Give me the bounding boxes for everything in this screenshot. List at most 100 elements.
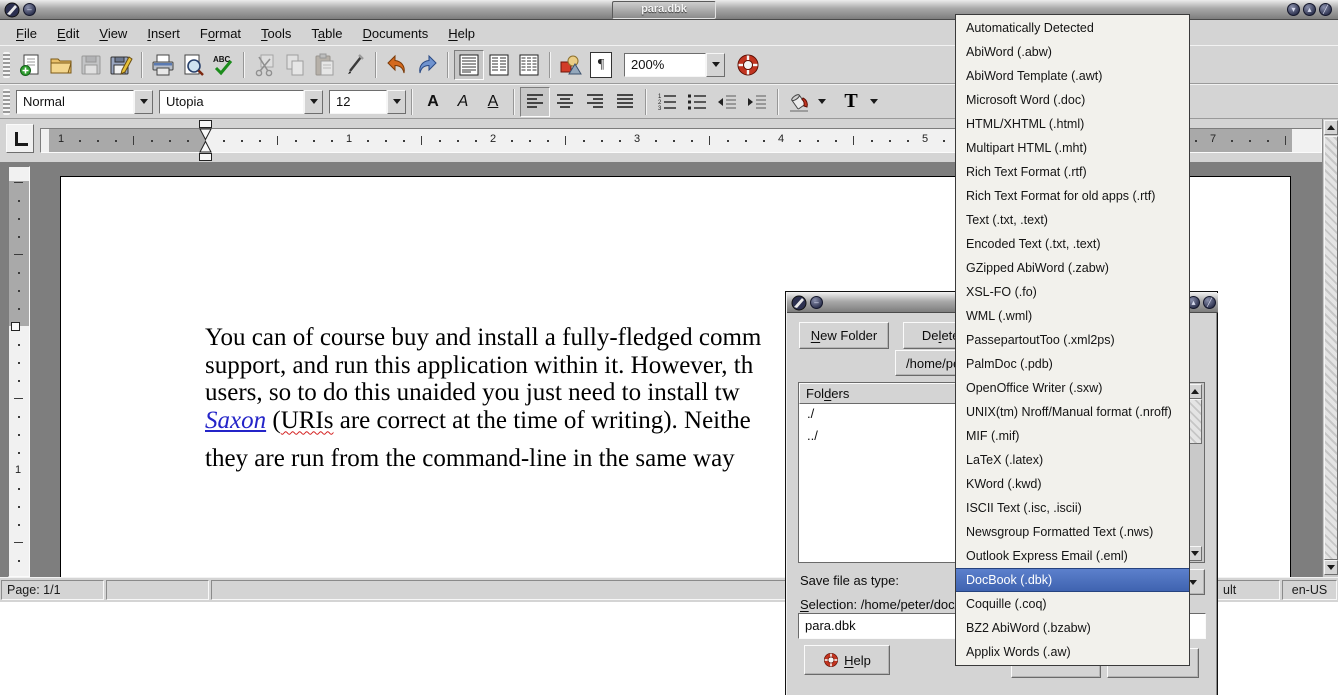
menu-edit[interactable]: Edit <box>47 23 89 44</box>
font-color-button[interactable]: T <box>836 87 866 117</box>
format-option[interactable]: Rich Text Format for old apps (.rtf) <box>956 184 1189 208</box>
format-option[interactable]: Applix Words (.aw) <box>956 640 1189 664</box>
underline-button[interactable]: A <box>478 87 508 117</box>
print-button[interactable] <box>148 50 178 80</box>
format-option[interactable]: Automatically Detected <box>956 16 1189 40</box>
vertical-scrollbar[interactable] <box>1322 119 1338 577</box>
scroll-up-button[interactable] <box>1324 120 1338 135</box>
spellcheck-button[interactable]: ABC <box>208 50 238 80</box>
format-option[interactable]: Encoded Text (.txt, .text) <box>956 232 1189 256</box>
bulleted-list-button[interactable] <box>682 87 712 117</box>
folders-scroll-up-button[interactable] <box>1188 384 1202 399</box>
copy-button[interactable] <box>280 50 310 80</box>
insert-graphic-button[interactable] <box>556 50 586 80</box>
folders-scroll-down-button[interactable] <box>1188 546 1202 561</box>
menu-insert[interactable]: Insert <box>137 23 190 44</box>
toolbar-handle[interactable] <box>3 52 10 78</box>
format-option[interactable]: GZipped AbiWord (.zabw) <box>956 256 1189 280</box>
undo-button[interactable] <box>382 50 412 80</box>
menu-help[interactable]: Help <box>438 23 485 44</box>
background-color-dropdown-arrow[interactable] <box>814 87 830 117</box>
font-size-combobox[interactable]: 12 <box>329 90 406 114</box>
print-preview-button[interactable] <box>178 50 208 80</box>
first-line-indent-marker[interactable] <box>199 120 212 128</box>
folders-scrollbar-thumb[interactable] <box>1188 399 1202 444</box>
vertical-ruler[interactable]: 1 <box>8 166 30 577</box>
font-dropdown-arrow[interactable] <box>304 90 323 114</box>
menu-view[interactable]: View <box>89 23 137 44</box>
document-text-line[interactable]: support, and run this application within… <box>205 352 753 380</box>
top-margin-marker[interactable] <box>11 322 20 331</box>
menu-documents[interactable]: Documents <box>353 23 439 44</box>
align-justify-button[interactable] <box>610 87 640 117</box>
right-indent-marker[interactable] <box>199 153 212 161</box>
align-left-button[interactable] <box>520 87 550 117</box>
scrollbar-thumb[interactable] <box>1324 136 1338 560</box>
menu-tools[interactable]: Tools <box>251 23 301 44</box>
background-color-button[interactable] <box>784 87 814 117</box>
document-text-line[interactable]: users, so to do this unaided you just ne… <box>205 379 740 407</box>
decrease-indent-button[interactable] <box>712 87 742 117</box>
bold-button[interactable]: A <box>418 87 448 117</box>
format-option[interactable]: HTML/XHTML (.html) <box>956 112 1189 136</box>
format-option[interactable]: DocBook (.dbk) <box>956 568 1189 592</box>
format-option[interactable]: Text (.txt, .text) <box>956 208 1189 232</box>
font-combobox[interactable]: Utopia <box>159 90 323 114</box>
font-size-dropdown-arrow[interactable] <box>387 90 406 114</box>
align-center-button[interactable] <box>550 87 580 117</box>
format-option[interactable]: ISCII Text (.isc, .iscii) <box>956 496 1189 520</box>
view-two-column-button[interactable] <box>484 50 514 80</box>
open-file-button[interactable] <box>46 50 76 80</box>
scroll-down-button[interactable] <box>1324 560 1338 575</box>
language-indicator[interactable]: en-US <box>1282 580 1337 600</box>
format-option[interactable]: Microsoft Word (.doc) <box>956 88 1189 112</box>
font-color-dropdown-arrow[interactable] <box>866 87 882 117</box>
zoom-combobox[interactable]: 200% <box>624 53 725 77</box>
dialog-help-button[interactable]: Help <box>804 645 890 675</box>
format-option[interactable]: Newsgroup Formatted Text (.nws) <box>956 520 1189 544</box>
style-combobox[interactable]: Normal <box>16 90 153 114</box>
format-option[interactable]: Outlook Express Email (.eml) <box>956 544 1189 568</box>
window-menu-button[interactable]: – <box>23 3 36 16</box>
format-option[interactable]: AbiWord (.abw) <box>956 40 1189 64</box>
document-text-line[interactable]: Saxon (URIs are correct at the time of w… <box>205 407 751 435</box>
menu-table[interactable]: Table <box>301 23 352 44</box>
minimize-button[interactable]: ▾ <box>1287 3 1300 16</box>
format-option[interactable]: XSL-FO (.fo) <box>956 280 1189 304</box>
format-option[interactable]: PassepartoutToo (.xml2ps) <box>956 328 1189 352</box>
tab-selector-button[interactable] <box>6 124 34 153</box>
redo-button[interactable] <box>412 50 442 80</box>
format-option[interactable]: Multipart HTML (.mht) <box>956 136 1189 160</box>
document-text-line[interactable]: they are run from the command-line in th… <box>205 445 735 473</box>
numbered-list-button[interactable]: 123 <box>652 87 682 117</box>
paste-button[interactable] <box>310 50 340 80</box>
format-option[interactable]: Coquille (.coq) <box>956 592 1189 616</box>
toolbar-handle[interactable] <box>3 89 10 115</box>
style-dropdown-arrow[interactable] <box>134 90 153 114</box>
hyperlink-saxon[interactable]: Saxon <box>205 407 266 434</box>
menu-format[interactable]: Format <box>190 23 251 44</box>
zoom-dropdown-arrow[interactable] <box>706 53 725 77</box>
view-three-column-button[interactable] <box>514 50 544 80</box>
dialog-window-menu-button[interactable]: – <box>810 296 823 309</box>
format-option[interactable]: KWord (.kwd) <box>956 472 1189 496</box>
format-option[interactable]: LaTeX (.latex) <box>956 448 1189 472</box>
format-option[interactable]: Rich Text Format (.rtf) <box>956 160 1189 184</box>
align-right-button[interactable] <box>580 87 610 117</box>
format-option[interactable]: BZ2 AbiWord (.bzabw) <box>956 616 1189 640</box>
stylus-button[interactable] <box>340 50 370 80</box>
misspelled-word[interactable]: URIs <box>281 407 334 434</box>
save-as-button[interactable] <box>106 50 136 80</box>
new-folder-button[interactable]: New Folder <box>799 322 889 349</box>
format-option[interactable]: PalmDoc (.pdb) <box>956 352 1189 376</box>
maximize-button[interactable]: ▴ <box>1303 3 1316 16</box>
view-one-column-button[interactable] <box>454 50 484 80</box>
dialog-close-button[interactable]: ╱ <box>1203 296 1216 309</box>
format-option[interactable]: AbiWord Template (.awt) <box>956 64 1189 88</box>
save-button[interactable] <box>76 50 106 80</box>
italic-button[interactable]: A <box>448 87 478 117</box>
help-button[interactable] <box>733 50 763 80</box>
left-indent-marker[interactable] <box>199 128 212 153</box>
document-text-line[interactable]: You can of course buy and install a full… <box>205 324 761 352</box>
format-option[interactable]: MIF (.mif) <box>956 424 1189 448</box>
